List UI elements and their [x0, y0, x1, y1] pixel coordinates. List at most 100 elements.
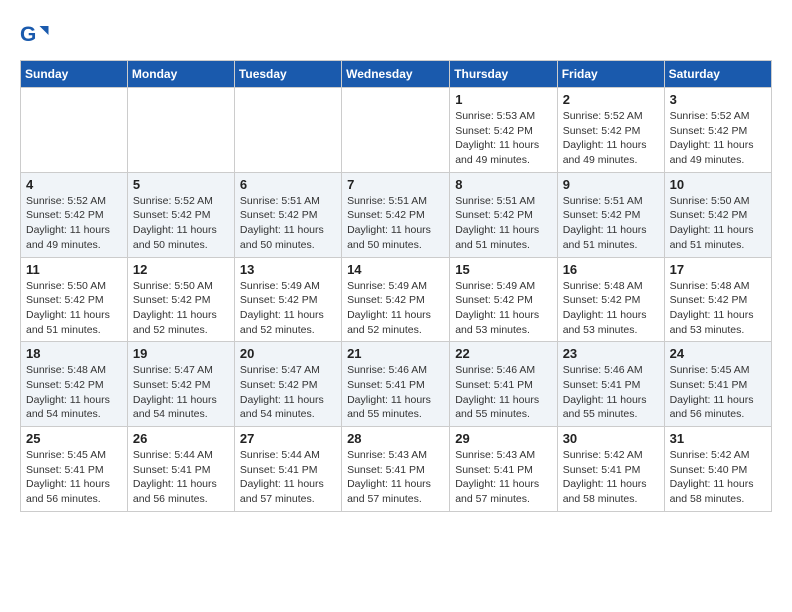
calendar-header-row: SundayMondayTuesdayWednesdayThursdayFrid…: [21, 61, 772, 88]
calendar-cell: 12 Sunrise: 5:50 AM Sunset: 5:42 PM Dayli…: [127, 257, 234, 342]
day-number: 13: [240, 262, 336, 277]
calendar-cell: 23Sunrise: 5:46 AM Sunset: 5:41 PM Dayli…: [557, 342, 664, 427]
calendar-week-row: 18 Sunrise: 5:48 AM Sunset: 5:42 PM Dayli…: [21, 342, 772, 427]
day-of-week-header: Monday: [127, 61, 234, 88]
calendar-cell: 5 Sunrise: 5:52 AM Sunset: 5:42 PM Daylig…: [127, 172, 234, 257]
calendar-cell: 30 Sunrise: 5:42 AM Sunset: 5:41 PM Dayli…: [557, 427, 664, 512]
day-info: Sunrise: 5:50 AM Sunset: 5:42 PM Dayligh…: [133, 279, 229, 338]
day-number: 14: [347, 262, 444, 277]
day-info: Sunrise: 5:51 AM Sunset: 5:42 PM Dayligh…: [240, 194, 336, 253]
calendar-cell: 22 Sunrise: 5:46 AM Sunset: 5:41 PM Dayli…: [450, 342, 557, 427]
day-info: Sunrise: 5:51 AM Sunset: 5:42 PM Dayligh…: [563, 194, 659, 253]
day-number: 21: [347, 346, 444, 361]
calendar-cell: 15 Sunrise: 5:49 AM Sunset: 5:42 PM Dayli…: [450, 257, 557, 342]
day-info: Sunrise: 5:48 AM Sunset: 5:42 PM Dayligh…: [26, 363, 122, 422]
day-info: Sunrise: 5:49 AM Sunset: 5:42 PM Dayligh…: [347, 279, 444, 338]
day-info: Sunrise: 5:50 AM Sunset: 5:42 PM Dayligh…: [670, 194, 766, 253]
day-number: 4: [26, 177, 122, 192]
day-info: Sunrise: 5:42 AM Sunset: 5:40 PM Dayligh…: [670, 448, 766, 507]
calendar-cell: [127, 88, 234, 173]
calendar-cell: [234, 88, 341, 173]
day-info: Sunrise: 5:51 AM Sunset: 5:42 PM Dayligh…: [455, 194, 551, 253]
day-of-week-header: Thursday: [450, 61, 557, 88]
calendar-cell: 1 Sunrise: 5:53 AM Sunset: 5:42 PM Daylig…: [450, 88, 557, 173]
day-number: 11: [26, 262, 122, 277]
calendar-cell: 16Sunrise: 5:48 AM Sunset: 5:42 PM Dayli…: [557, 257, 664, 342]
calendar-cell: 26 Sunrise: 5:44 AM Sunset: 5:41 PM Dayli…: [127, 427, 234, 512]
calendar-week-row: 25 Sunrise: 5:45 AM Sunset: 5:41 PM Dayli…: [21, 427, 772, 512]
day-number: 15: [455, 262, 551, 277]
day-info: Sunrise: 5:51 AM Sunset: 5:42 PM Dayligh…: [347, 194, 444, 253]
day-info: Sunrise: 5:49 AM Sunset: 5:42 PM Dayligh…: [455, 279, 551, 338]
calendar-cell: 2 Sunrise: 5:52 AM Sunset: 5:42 PM Daylig…: [557, 88, 664, 173]
calendar-cell: 4Sunrise: 5:52 AM Sunset: 5:42 PM Daylig…: [21, 172, 128, 257]
day-number: 1: [455, 92, 551, 107]
day-number: 23: [563, 346, 659, 361]
day-number: 29: [455, 431, 551, 446]
calendar-cell: 9Sunrise: 5:51 AM Sunset: 5:42 PM Daylig…: [557, 172, 664, 257]
calendar-week-row: 11 Sunrise: 5:50 AM Sunset: 5:42 PM Dayli…: [21, 257, 772, 342]
day-of-week-header: Saturday: [664, 61, 771, 88]
day-info: Sunrise: 5:46 AM Sunset: 5:41 PM Dayligh…: [347, 363, 444, 422]
calendar-cell: 6Sunrise: 5:51 AM Sunset: 5:42 PM Daylig…: [234, 172, 341, 257]
day-number: 17: [670, 262, 766, 277]
day-number: 18: [26, 346, 122, 361]
day-number: 19: [133, 346, 229, 361]
calendar-cell: 29Sunrise: 5:43 AM Sunset: 5:41 PM Dayli…: [450, 427, 557, 512]
day-info: Sunrise: 5:45 AM Sunset: 5:41 PM Dayligh…: [26, 448, 122, 507]
calendar-cell: 28Sunrise: 5:43 AM Sunset: 5:41 PM Dayli…: [342, 427, 450, 512]
day-info: Sunrise: 5:46 AM Sunset: 5:41 PM Dayligh…: [455, 363, 551, 422]
calendar-cell: 8Sunrise: 5:51 AM Sunset: 5:42 PM Daylig…: [450, 172, 557, 257]
day-number: 10: [670, 177, 766, 192]
svg-text:G: G: [20, 23, 36, 46]
day-number: 26: [133, 431, 229, 446]
day-number: 24: [670, 346, 766, 361]
day-number: 7: [347, 177, 444, 192]
day-of-week-header: Tuesday: [234, 61, 341, 88]
day-number: 5: [133, 177, 229, 192]
calendar-cell: [21, 88, 128, 173]
calendar-cell: 17 Sunrise: 5:48 AM Sunset: 5:42 PM Dayli…: [664, 257, 771, 342]
logo-icon: G: [20, 20, 50, 50]
day-number: 20: [240, 346, 336, 361]
calendar-cell: 13 Sunrise: 5:49 AM Sunset: 5:42 PM Dayli…: [234, 257, 341, 342]
day-number: 12: [133, 262, 229, 277]
calendar-table: SundayMondayTuesdayWednesdayThursdayFrid…: [20, 60, 772, 512]
day-info: Sunrise: 5:50 AM Sunset: 5:42 PM Dayligh…: [26, 279, 122, 338]
calendar-cell: 25 Sunrise: 5:45 AM Sunset: 5:41 PM Dayli…: [21, 427, 128, 512]
day-info: Sunrise: 5:53 AM Sunset: 5:42 PM Dayligh…: [455, 109, 551, 168]
calendar-cell: 21 Sunrise: 5:46 AM Sunset: 5:41 PM Dayli…: [342, 342, 450, 427]
calendar-cell: 11 Sunrise: 5:50 AM Sunset: 5:42 PM Dayli…: [21, 257, 128, 342]
day-info: Sunrise: 5:52 AM Sunset: 5:42 PM Dayligh…: [563, 109, 659, 168]
day-number: 25: [26, 431, 122, 446]
calendar-cell: 24 Sunrise: 5:45 AM Sunset: 5:41 PM Dayli…: [664, 342, 771, 427]
calendar-cell: 20Sunrise: 5:47 AM Sunset: 5:42 PM Dayli…: [234, 342, 341, 427]
logo: G: [20, 20, 52, 50]
calendar-cell: 31 Sunrise: 5:42 AM Sunset: 5:40 PM Dayli…: [664, 427, 771, 512]
calendar-cell: [342, 88, 450, 173]
day-number: 31: [670, 431, 766, 446]
day-number: 2: [563, 92, 659, 107]
day-info: Sunrise: 5:48 AM Sunset: 5:42 PM Dayligh…: [670, 279, 766, 338]
day-number: 22: [455, 346, 551, 361]
day-number: 30: [563, 431, 659, 446]
day-of-week-header: Sunday: [21, 61, 128, 88]
day-info: Sunrise: 5:49 AM Sunset: 5:42 PM Dayligh…: [240, 279, 336, 338]
day-info: Sunrise: 5:52 AM Sunset: 5:42 PM Dayligh…: [133, 194, 229, 253]
calendar-cell: 7 Sunrise: 5:51 AM Sunset: 5:42 PM Daylig…: [342, 172, 450, 257]
day-info: Sunrise: 5:47 AM Sunset: 5:42 PM Dayligh…: [133, 363, 229, 422]
page-header: G: [20, 20, 772, 50]
calendar-cell: 19 Sunrise: 5:47 AM Sunset: 5:42 PM Dayli…: [127, 342, 234, 427]
day-info: Sunrise: 5:48 AM Sunset: 5:42 PM Dayligh…: [563, 279, 659, 338]
day-info: Sunrise: 5:45 AM Sunset: 5:41 PM Dayligh…: [670, 363, 766, 422]
day-info: Sunrise: 5:43 AM Sunset: 5:41 PM Dayligh…: [347, 448, 444, 507]
calendar-cell: 27Sunrise: 5:44 AM Sunset: 5:41 PM Dayli…: [234, 427, 341, 512]
day-info: Sunrise: 5:42 AM Sunset: 5:41 PM Dayligh…: [563, 448, 659, 507]
calendar-week-row: 1 Sunrise: 5:53 AM Sunset: 5:42 PM Daylig…: [21, 88, 772, 173]
calendar-cell: 3Sunrise: 5:52 AM Sunset: 5:42 PM Daylig…: [664, 88, 771, 173]
calendar-cell: 14 Sunrise: 5:49 AM Sunset: 5:42 PM Dayli…: [342, 257, 450, 342]
day-of-week-header: Wednesday: [342, 61, 450, 88]
day-info: Sunrise: 5:44 AM Sunset: 5:41 PM Dayligh…: [133, 448, 229, 507]
day-info: Sunrise: 5:52 AM Sunset: 5:42 PM Dayligh…: [670, 109, 766, 168]
day-info: Sunrise: 5:44 AM Sunset: 5:41 PM Dayligh…: [240, 448, 336, 507]
